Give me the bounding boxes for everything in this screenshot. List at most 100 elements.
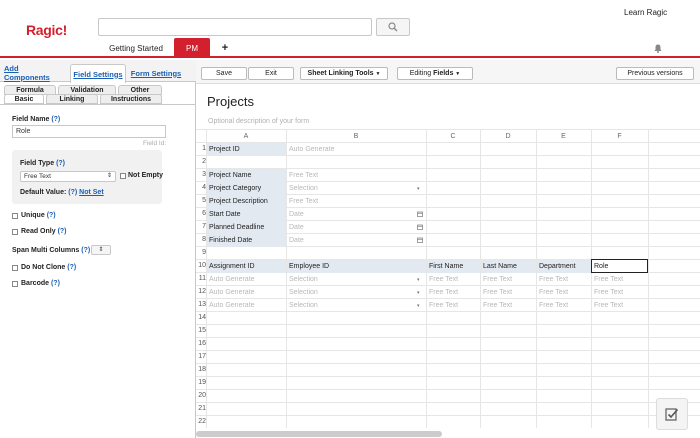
subtable-cell[interactable]: Free Text bbox=[481, 273, 536, 286]
not-set-link[interactable]: Not Set bbox=[79, 189, 104, 196]
subtab-basic[interactable]: Basic bbox=[4, 94, 44, 104]
grid-line bbox=[196, 363, 700, 364]
row-number: 15 bbox=[198, 327, 206, 334]
subtable-cell[interactable]: Free Text bbox=[592, 273, 648, 286]
subtab-instructions[interactable]: Instructions bbox=[100, 94, 162, 104]
subtable-cell[interactable]: Free Text bbox=[537, 286, 591, 299]
field-name-input[interactable]: Role bbox=[12, 125, 166, 138]
field-value[interactable]: Date bbox=[287, 221, 426, 234]
tab-form-settings[interactable]: Form Settings bbox=[128, 64, 184, 82]
dropdown-arrow-icon[interactable]: ▾ bbox=[417, 290, 420, 296]
search-button[interactable] bbox=[376, 18, 410, 36]
row-number: 6 bbox=[202, 210, 206, 217]
subtable-cell[interactable]: Selection bbox=[287, 299, 426, 312]
field-value[interactable]: Selection bbox=[287, 182, 426, 195]
divider bbox=[0, 104, 196, 105]
selected-cell-role[interactable]: Role bbox=[591, 259, 648, 273]
search-input[interactable] bbox=[98, 18, 372, 36]
unique-checkbox[interactable] bbox=[12, 213, 18, 219]
column-header[interactable]: E bbox=[536, 130, 591, 142]
field-value[interactable]: Free Text bbox=[287, 169, 426, 182]
help-link[interactable]: (?) bbox=[51, 280, 60, 287]
bell-icon[interactable] bbox=[654, 44, 662, 53]
subtable-cell[interactable]: Free Text bbox=[481, 286, 536, 299]
do-not-clone-label: Do Not Clone (?) bbox=[21, 264, 77, 271]
row-number: 7 bbox=[202, 223, 206, 230]
help-link[interactable]: (?) bbox=[67, 264, 76, 271]
subtable-header[interactable]: Assignment ID bbox=[207, 260, 286, 273]
exit-button[interactable]: Exit bbox=[248, 67, 294, 80]
field-type-select[interactable]: Free Text ⇕ bbox=[20, 171, 116, 182]
editing-fields-button[interactable]: Editing Fields ▼ bbox=[397, 67, 473, 80]
dropdown-arrow-icon[interactable]: ▾ bbox=[417, 277, 420, 283]
subtable-cell[interactable]: Selection bbox=[287, 273, 426, 286]
tab-field-settings[interactable]: Field Settings bbox=[70, 64, 126, 83]
previous-versions-button[interactable]: Previous versions bbox=[616, 67, 694, 80]
row-number: 1 bbox=[202, 145, 206, 152]
subtable-cell[interactable]: Selection bbox=[287, 286, 426, 299]
field-label[interactable]: Project Description bbox=[207, 195, 286, 208]
field-label[interactable]: Planned Deadline bbox=[207, 221, 286, 234]
add-tab-button[interactable]: + bbox=[218, 38, 232, 58]
tab-getting-started[interactable]: Getting Started bbox=[104, 38, 168, 58]
subtable-cell[interactable]: Free Text bbox=[537, 299, 591, 312]
field-value[interactable]: Date bbox=[287, 234, 426, 247]
row-number: 3 bbox=[202, 171, 206, 178]
not-empty-checkbox[interactable] bbox=[120, 173, 126, 179]
subtable-cell[interactable]: Auto Generate bbox=[207, 286, 286, 299]
tab-pm[interactable]: PM bbox=[174, 38, 210, 58]
column-header[interactable]: F bbox=[591, 130, 648, 142]
read-only-checkbox[interactable] bbox=[12, 229, 18, 235]
help-link[interactable]: (?) bbox=[68, 189, 77, 196]
help-link[interactable]: (?) bbox=[58, 228, 67, 235]
subtab-linking[interactable]: Linking bbox=[46, 94, 98, 104]
subtable-cell[interactable]: Free Text bbox=[592, 286, 648, 299]
field-label[interactable]: Project Name bbox=[207, 169, 286, 182]
subtable-cell[interactable]: Auto Generate bbox=[207, 273, 286, 286]
dropdown-arrow-icon[interactable]: ▾ bbox=[417, 186, 420, 192]
barcode-checkbox[interactable] bbox=[12, 281, 18, 287]
horizontal-scrollbar[interactable] bbox=[196, 431, 442, 437]
help-link[interactable]: (?) bbox=[47, 212, 56, 219]
subtable-cell[interactable]: Free Text bbox=[427, 286, 480, 299]
subtable-cell[interactable]: Free Text bbox=[592, 299, 648, 312]
subtable-cell[interactable]: Free Text bbox=[481, 299, 536, 312]
help-link[interactable]: (?) bbox=[81, 247, 90, 254]
default-value-label: Default Value: (?) Not Set bbox=[20, 189, 104, 196]
calendar-icon[interactable] bbox=[417, 211, 423, 219]
subtable-header[interactable]: Employee ID bbox=[287, 260, 426, 273]
field-label[interactable]: Project ID bbox=[207, 143, 286, 156]
calendar-icon[interactable] bbox=[417, 224, 423, 232]
subtable-cell[interactable]: Free Text bbox=[427, 299, 480, 312]
save-button[interactable]: Save bbox=[201, 67, 247, 80]
field-value[interactable]: Auto Generate bbox=[287, 143, 426, 156]
subtable-cell[interactable]: Auto Generate bbox=[207, 299, 286, 312]
help-link[interactable]: (?) bbox=[51, 116, 60, 123]
field-value[interactable]: Date bbox=[287, 208, 426, 221]
tab-add-components[interactable]: Add Components bbox=[4, 64, 66, 82]
subtable-header[interactable]: Last Name bbox=[481, 260, 536, 273]
form-description-input[interactable]: Optional description of your form bbox=[208, 118, 309, 125]
calendar-icon[interactable] bbox=[417, 237, 423, 245]
span-columns-select[interactable]: ⇕ bbox=[91, 245, 111, 255]
subtable-cell[interactable]: Free Text bbox=[537, 273, 591, 286]
column-header[interactable]: C bbox=[426, 130, 480, 142]
subtable-header[interactable]: Department bbox=[537, 260, 591, 273]
form-title[interactable]: Projects bbox=[207, 94, 254, 109]
sheet-linking-tools-button[interactable]: Sheet Linking Tools ▼ bbox=[300, 67, 388, 80]
field-label[interactable]: Finished Date bbox=[207, 234, 286, 247]
subtable-cell[interactable]: Free Text bbox=[427, 273, 480, 286]
field-value[interactable]: Free Text bbox=[287, 195, 426, 208]
column-header[interactable]: A bbox=[206, 130, 286, 142]
column-header[interactable]: B bbox=[286, 130, 426, 142]
do-not-clone-checkbox[interactable] bbox=[12, 265, 18, 271]
subtable-header[interactable]: First Name bbox=[427, 260, 480, 273]
ragic-logo[interactable]: Ragic! bbox=[26, 22, 67, 38]
dropdown-arrow-icon[interactable]: ▾ bbox=[417, 303, 420, 309]
checklist-button[interactable] bbox=[656, 398, 688, 430]
column-header[interactable]: D bbox=[480, 130, 536, 142]
help-link[interactable]: (?) bbox=[56, 160, 65, 167]
field-label[interactable]: Start Date bbox=[207, 208, 286, 221]
field-label[interactable]: Project Category bbox=[207, 182, 286, 195]
learn-ragic-link[interactable]: Learn Ragic bbox=[624, 8, 667, 17]
